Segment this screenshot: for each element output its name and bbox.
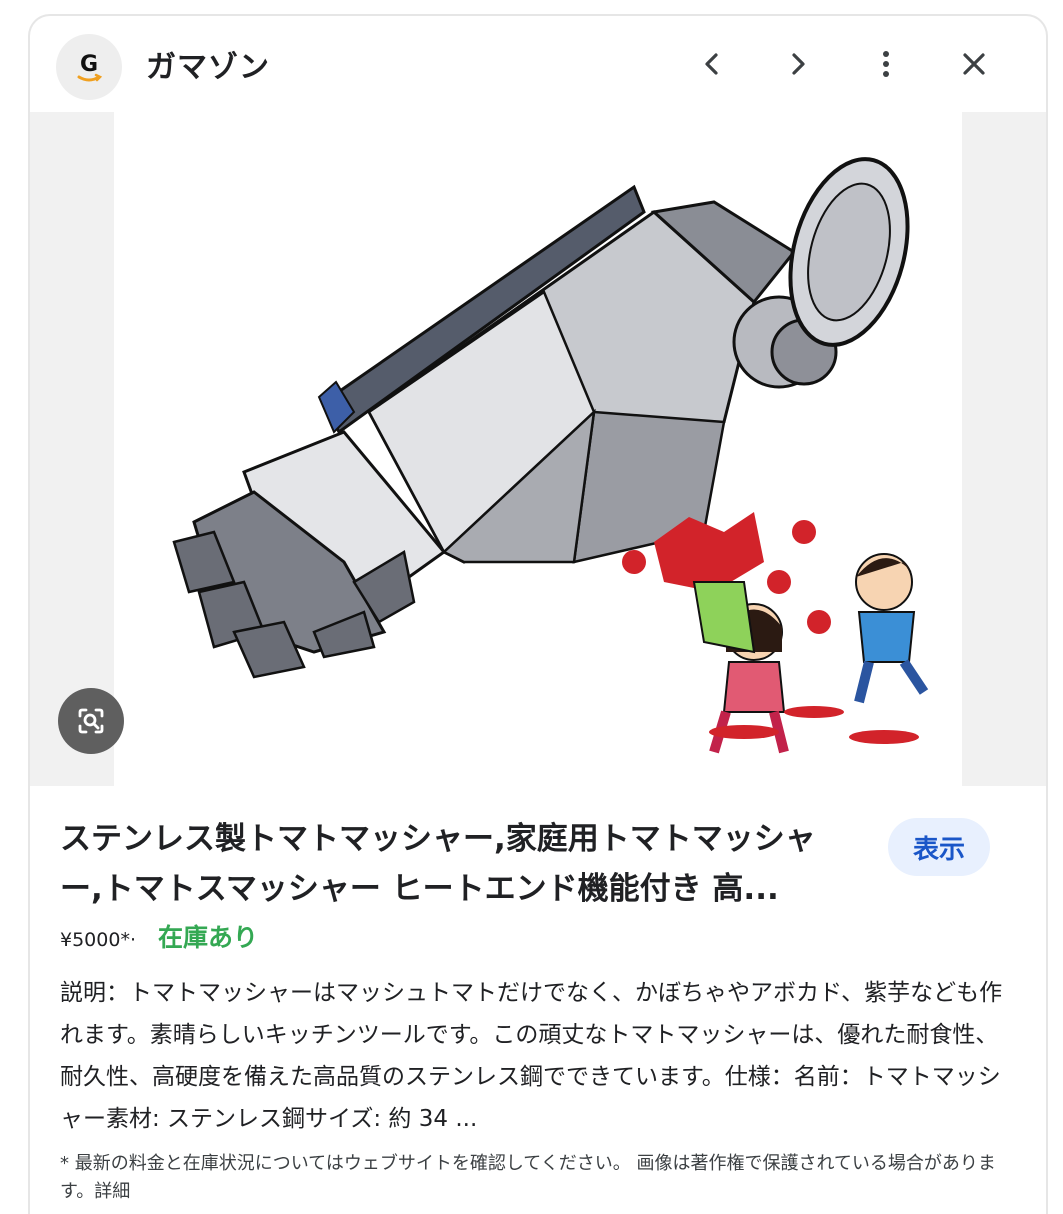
footer-note: * 最新の料金と在庫状況についてはウェブサイトを確認してください。 画像は著作権…: [60, 1150, 1020, 1206]
result-card: G ガマゾン ステンレス製トマトマッシャー,家庭用トマトマッシャー,トマトスマッ…: [28, 14, 1048, 1214]
product-price: ¥5000*·: [60, 929, 136, 951]
lens-icon: [78, 708, 104, 734]
disclaimer-text: * 最新の料金と在庫状況についてはウェブサイトを確認してください。 画像は著作権…: [60, 1153, 996, 1202]
description-text: トマトマッシャーはマッシュトマトだけでなく、かぼちゃやアボカド、紫芋なども作れま…: [60, 980, 1003, 1132]
image-area: [30, 112, 1046, 786]
back-button[interactable]: [686, 38, 738, 90]
description-label: 説明：: [60, 980, 129, 1006]
card-header: G ガマゾン: [30, 16, 1046, 112]
more-options-button[interactable]: [860, 38, 912, 90]
lens-search-button[interactable]: [58, 688, 124, 754]
product-title[interactable]: ステンレス製トマトマッシャー,家庭用トマトマッシャー,トマトスマッシャー ヒート…: [60, 814, 850, 914]
site-favicon-icon: G: [56, 34, 122, 100]
forward-icon: [792, 53, 805, 75]
details-link[interactable]: 詳細: [94, 1181, 130, 1202]
view-button[interactable]: 表示: [888, 818, 990, 876]
more-icon: [883, 51, 889, 77]
stock-status: 在庫あり: [157, 923, 258, 952]
product-image[interactable]: [114, 112, 962, 786]
forward-button[interactable]: [772, 38, 824, 90]
robot-arm-illustration: [172, 157, 929, 754]
favicon-letter: G: [80, 52, 98, 77]
site-name[interactable]: ガマゾン: [146, 42, 270, 86]
close-button[interactable]: [948, 38, 1000, 90]
product-description: 説明：トマトマッシャーはマッシュトマトだけでなく、かぼちゃやアボカド、紫芋なども…: [60, 972, 1010, 1140]
close-icon: [963, 53, 985, 75]
price-row: ¥5000*· 在庫あり: [60, 918, 258, 958]
back-icon: [705, 53, 718, 75]
